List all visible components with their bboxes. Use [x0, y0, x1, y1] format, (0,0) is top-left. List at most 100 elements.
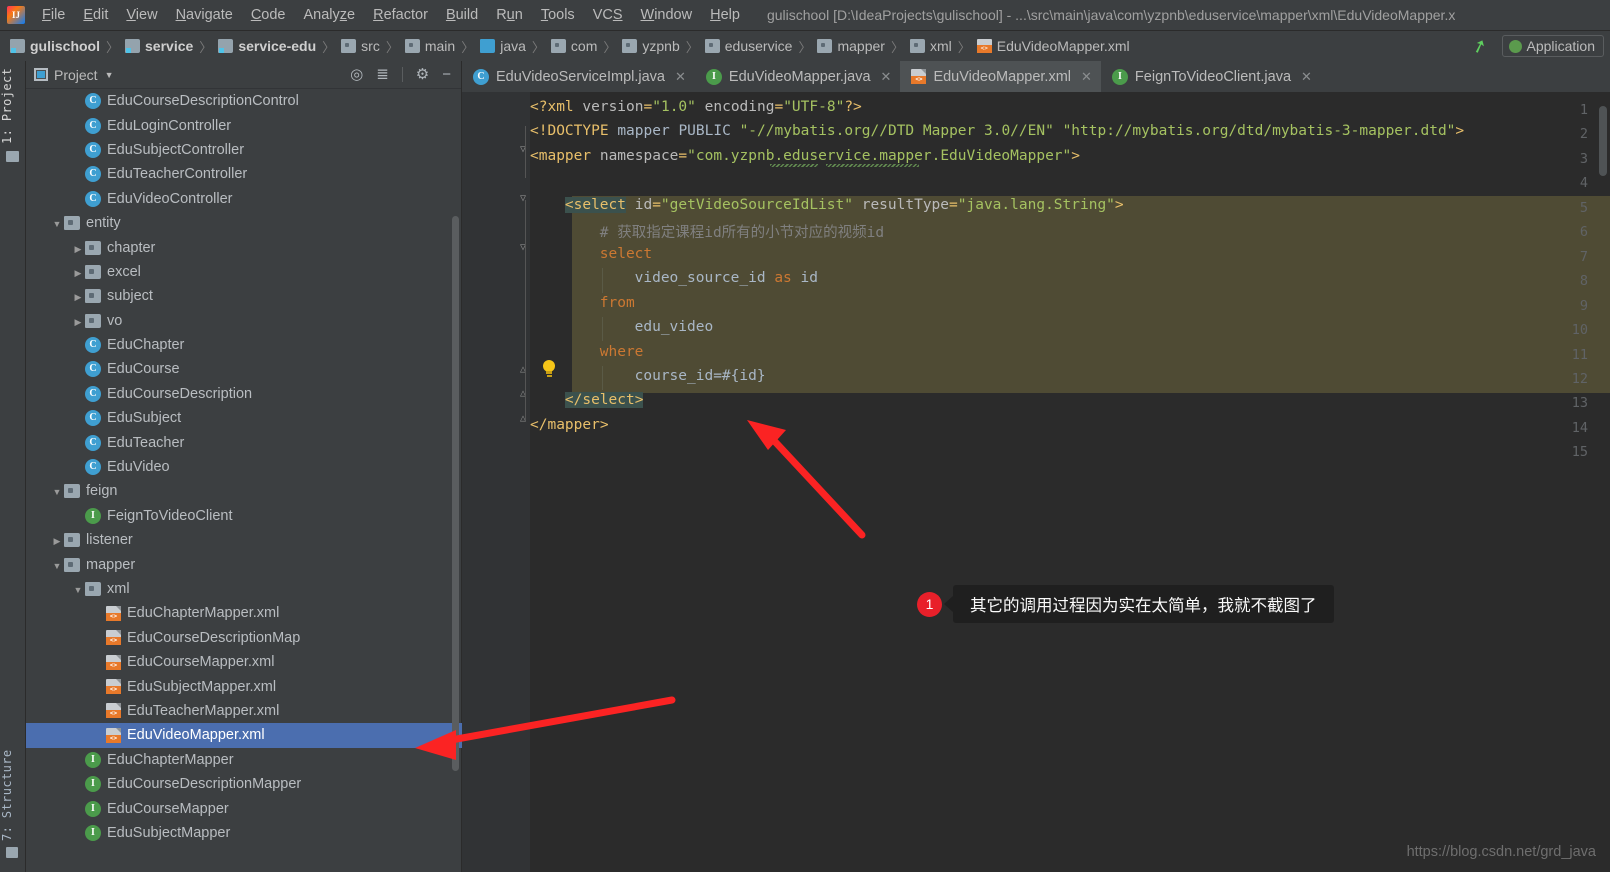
- locate-icon[interactable]: ◎: [350, 67, 363, 82]
- menu-item-file[interactable]: File: [33, 4, 74, 26]
- menu-item-tools[interactable]: Tools: [532, 4, 584, 26]
- close-icon[interactable]: ✕: [1081, 69, 1092, 85]
- tree-twisty[interactable]: ▼: [50, 215, 64, 231]
- menu-item-window[interactable]: Window: [632, 4, 702, 26]
- menu-item-help[interactable]: Help: [701, 4, 749, 26]
- tree-node[interactable]: EduCourseMapper.xml: [26, 650, 462, 674]
- tree-node[interactable]: ▶ listener: [26, 528, 462, 552]
- tree-node[interactable]: C EduChapter: [26, 333, 462, 357]
- tree-node[interactable]: C EduSubject: [26, 406, 462, 430]
- menu-item-navigate[interactable]: Navigate: [167, 4, 242, 26]
- menu-item-view[interactable]: View: [117, 4, 166, 26]
- tree-node[interactable]: C EduCourseDescriptionControl: [26, 89, 462, 113]
- breadcrumb-item-gulischool[interactable]: gulischool: [10, 38, 100, 54]
- tree-node[interactable]: C EduCourse: [26, 357, 462, 381]
- tree-node[interactable]: C EduLoginController: [26, 113, 462, 137]
- menu-item-edit[interactable]: Edit: [74, 4, 117, 26]
- breadcrumb-item-eduvideomapper-xml[interactable]: EduVideoMapper.xml: [976, 38, 1130, 54]
- tree-node[interactable]: C EduTeacher: [26, 430, 462, 454]
- editor-tab-feigntovideoclient-java[interactable]: I FeignToVideoClient.java ✕: [1101, 61, 1321, 92]
- chevron-down-icon[interactable]: ▼: [53, 561, 62, 571]
- chevron-right-icon[interactable]: ▶: [75, 268, 82, 278]
- breadcrumb-item-java[interactable]: java: [480, 38, 526, 54]
- tree-node[interactable]: EduChapterMapper.xml: [26, 601, 462, 625]
- menu-item-vcs[interactable]: VCS: [584, 4, 632, 26]
- editor-tabs[interactable]: C EduVideoServiceImpl.java ✕ I EduVideoMappe…: [462, 61, 1610, 92]
- tree-node[interactable]: I EduChapterMapper: [26, 748, 462, 772]
- tree-twisty[interactable]: ▶: [71, 264, 85, 280]
- tree-node[interactable]: ▶ chapter: [26, 235, 462, 259]
- tree-node[interactable]: ▼ mapper: [26, 552, 462, 576]
- editor-tab-eduvideoserviceimpl-java[interactable]: C EduVideoServiceImpl.java ✕: [462, 61, 695, 92]
- chevron-down-icon[interactable]: ▼: [53, 487, 62, 497]
- tree-twisty[interactable]: ▶: [71, 288, 85, 304]
- sidebar-item-project[interactable]: 1: Project: [0, 67, 26, 145]
- tree-node[interactable]: C EduCourseDescription: [26, 382, 462, 406]
- editor-gutter[interactable]: [462, 92, 530, 872]
- tree-node[interactable]: C EduVideo: [26, 455, 462, 479]
- run-configuration-selector[interactable]: Application: [1501, 35, 1604, 57]
- tree-node[interactable]: ▼ xml: [26, 577, 462, 601]
- tree-node[interactable]: ▼ entity: [26, 211, 462, 235]
- menu-item-refactor[interactable]: Refactor: [364, 4, 437, 26]
- close-icon[interactable]: ✕: [675, 69, 686, 85]
- code-editor[interactable]: 1 2 3 4 5 6 7 8 9 10 11 12 13 14 15 ▽ ▽ ▽ △ △ △ <?xml …: [462, 92, 1610, 872]
- tree-node[interactable]: C EduSubjectController: [26, 138, 462, 162]
- chevron-down-icon[interactable]: ▼: [74, 585, 83, 595]
- tree-node[interactable]: I EduSubjectMapper: [26, 821, 462, 845]
- hide-minus-icon[interactable]: −: [442, 67, 451, 82]
- tree-node[interactable]: EduTeacherMapper.xml: [26, 699, 462, 723]
- code-content[interactable]: <?xml version="1.0" encoding="UTF-8"?> <!…: [530, 92, 1610, 872]
- breadcrumb-item-src[interactable]: src: [341, 38, 380, 54]
- breadcrumb-item-service[interactable]: service: [125, 38, 193, 54]
- menu-item-build[interactable]: Build: [437, 4, 487, 26]
- tree-node-selected[interactable]: EduVideoMapper.xml: [26, 723, 462, 748]
- project-tree-scrollbar[interactable]: [452, 216, 459, 771]
- breadcrumb-item-eduservice[interactable]: eduservice: [704, 38, 792, 54]
- tree-node[interactable]: I FeignToVideoClient: [26, 504, 462, 528]
- tree-node[interactable]: ▶ excel: [26, 260, 462, 284]
- breadcrumb-item-mapper[interactable]: mapper: [817, 38, 885, 54]
- collapse-all-icon[interactable]: ≣: [376, 67, 389, 82]
- tree-twisty[interactable]: ▶: [71, 240, 85, 256]
- chevron-right-icon[interactable]: ▶: [75, 244, 82, 254]
- editor-tab-eduvideomapper-java[interactable]: I EduVideoMapper.java ✕: [695, 61, 901, 92]
- tree-twisty[interactable]: ▶: [71, 313, 85, 329]
- menu-item-analyze[interactable]: Analyze: [295, 4, 365, 26]
- close-icon[interactable]: ✕: [881, 69, 892, 85]
- hammer-icon[interactable]: ➚: [1469, 34, 1490, 59]
- tree-twisty[interactable]: ▼: [50, 483, 64, 499]
- project-tree[interactable]: C EduCourseDescriptionControl C EduLoginCon…: [26, 89, 462, 872]
- breadcrumb-item-yzpnb[interactable]: yzpnb: [622, 38, 680, 54]
- tree-twisty[interactable]: ▶: [50, 532, 64, 548]
- chevron-down-icon[interactable]: ▼: [105, 70, 114, 80]
- chevron-down-icon[interactable]: ▼: [53, 219, 62, 229]
- chevron-right-icon[interactable]: ▶: [54, 536, 61, 546]
- tree-node[interactable]: I EduCourseMapper: [26, 796, 462, 820]
- tree-node[interactable]: C EduVideoController: [26, 187, 462, 211]
- tree-node[interactable]: I EduCourseDescriptionMapper: [26, 772, 462, 796]
- settings-gear-icon[interactable]: ⚙: [416, 67, 429, 82]
- breadcrumb-item-com[interactable]: com: [550, 38, 597, 54]
- tree-node[interactable]: C EduTeacherController: [26, 162, 462, 186]
- tree-twisty[interactable]: ▼: [71, 581, 85, 597]
- tree-node-label: chapter: [107, 239, 156, 256]
- project-panel-title: Project: [54, 66, 98, 83]
- editor-scrollbar[interactable]: [1599, 106, 1607, 176]
- sidebar-item-structure[interactable]: 7: Structure: [0, 750, 26, 842]
- chevron-right-icon[interactable]: ▶: [75, 317, 82, 327]
- tree-node[interactable]: ▶ vo: [26, 309, 462, 333]
- tree-node[interactable]: EduSubjectMapper.xml: [26, 674, 462, 698]
- editor-tab-eduvideomapper-xml[interactable]: EduVideoMapper.xml ✕: [900, 61, 1101, 92]
- chevron-right-icon[interactable]: ▶: [75, 292, 82, 302]
- tree-node[interactable]: ▶ subject: [26, 284, 462, 308]
- tree-node[interactable]: ▼ feign: [26, 479, 462, 503]
- tree-twisty[interactable]: ▼: [50, 557, 64, 573]
- menu-item-code[interactable]: Code: [242, 4, 295, 26]
- close-icon[interactable]: ✕: [1301, 69, 1312, 85]
- breadcrumb-item-service-edu[interactable]: service-edu: [218, 38, 316, 54]
- menu-item-run[interactable]: Run: [487, 4, 532, 26]
- breadcrumb-item-xml[interactable]: xml: [909, 38, 952, 54]
- tree-node[interactable]: EduCourseDescriptionMap: [26, 626, 462, 650]
- breadcrumb-item-main[interactable]: main: [404, 38, 455, 54]
